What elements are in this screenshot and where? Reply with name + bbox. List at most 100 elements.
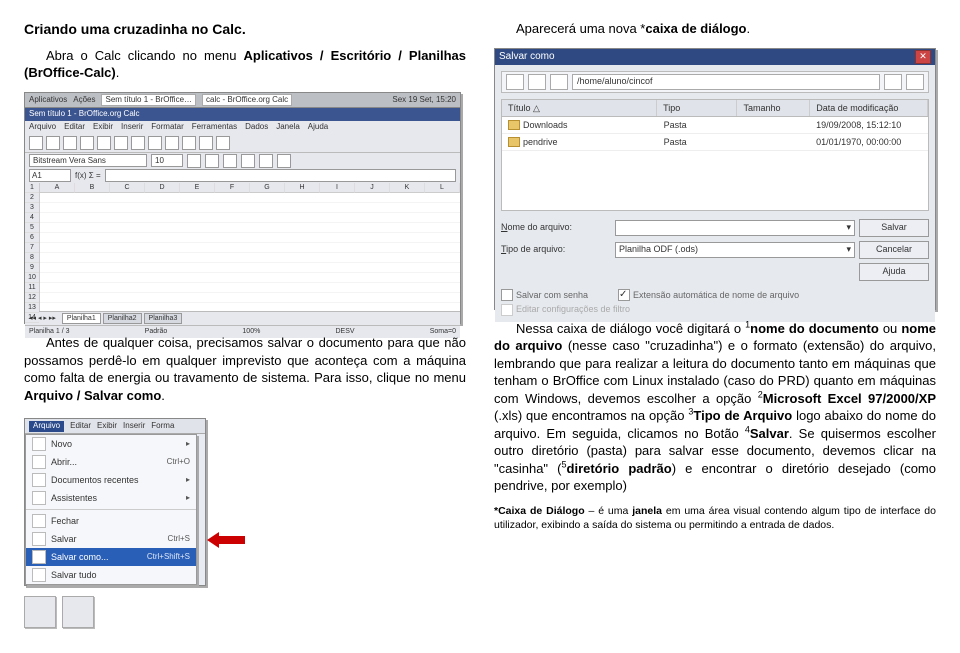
th: Tipo <box>657 100 737 116</box>
th: Data de modificação <box>810 100 928 116</box>
taskbar: Aplicativos Ações Sem título 1 - BrOffic… <box>25 93 460 108</box>
left-para2: Antes de qualquer coisa, precisamos salv… <box>24 334 466 404</box>
menu-icon <box>32 437 46 451</box>
menu-item: Arquivo <box>29 421 64 432</box>
cellref: A1 <box>29 169 71 182</box>
tool-icon <box>46 136 60 150</box>
foot-c: janela <box>632 505 662 517</box>
dropdown-item: Assistentes▸ <box>26 489 196 507</box>
dropdown: Novo▸Abrir...Ctrl+ODocumentos recentes▸A… <box>25 434 197 585</box>
dropdown-item: Fechar <box>26 512 196 530</box>
col-head: E <box>180 183 215 193</box>
thumb-icon <box>24 596 56 628</box>
menu-icon <box>32 550 46 564</box>
lead-a: Aparecerá uma nova * <box>516 21 645 36</box>
sheet-tab: Planilha3 <box>144 313 183 324</box>
col-head: I <box>320 183 355 193</box>
lead-b: caixa de diálogo <box>645 21 746 36</box>
menu-item: Inserir <box>121 122 143 133</box>
tool-icon <box>216 136 230 150</box>
rb-t2: nome do documento <box>750 321 879 336</box>
table-row: pendrivePasta01/01/1970, 00:00:00 <box>502 134 928 151</box>
menu-item: Editar <box>70 421 91 432</box>
tool-icon <box>148 136 162 150</box>
row-head: 1 <box>25 183 39 193</box>
dialog-title: Salvar como <box>499 50 555 64</box>
row-head: 10 <box>25 273 39 283</box>
rb-t8: Tipo de Arquivo <box>693 408 792 423</box>
dropdown-item: SalvarCtrl+S <box>26 530 196 548</box>
sheet-tab: Planilha1 <box>62 313 101 324</box>
col-head: L <box>425 183 460 193</box>
row-head: 5 <box>25 223 39 233</box>
nav-home-icon <box>884 74 902 90</box>
filetype-value: Planilha ODF (.ods) <box>619 243 698 255</box>
col-headers: ABCDEFGHIJKL <box>40 183 460 193</box>
path-field: /home/aluno/cincof <box>572 74 880 90</box>
col-head: A <box>40 183 75 193</box>
col-head: G <box>250 183 285 193</box>
file-table: Título △TipoTamanhoData de modificação D… <box>501 99 929 211</box>
row-headers: 1234567891011121314 <box>25 183 40 311</box>
row-head: 3 <box>25 203 39 213</box>
fx-label: f(x) Σ = <box>75 171 101 182</box>
menu-item: Editar <box>64 122 85 133</box>
dropdown-item: Abrir...Ctrl+O <box>26 453 196 471</box>
save-dialog-screenshot: Salvar como ✕ /home/aluno/cincof Título … <box>494 48 936 310</box>
intro-dot: . <box>116 65 120 80</box>
rb-t6: Microsoft Excel 97/2000/XP <box>763 391 936 406</box>
align-icon <box>277 154 291 168</box>
th: Tamanho <box>737 100 810 116</box>
taskbar-tab1: Sem título 1 - BrOffice… <box>101 94 196 107</box>
row-head: 12 <box>25 293 39 303</box>
table-row: DownloadsPasta19/09/2008, 15:12:10 <box>502 117 928 134</box>
col-head: D <box>145 183 180 193</box>
lead-c: . <box>747 21 751 36</box>
menu-item: Exibir <box>93 122 113 133</box>
tool-icon <box>182 136 196 150</box>
label-filename: NNome do arquivo:ome do arquivo: <box>501 221 611 233</box>
filename-input: ▾ <box>615 220 855 236</box>
thumbs <box>24 596 206 628</box>
menu-screenshot: ArquivoEditarExibirInserirForma Novo▸Abr… <box>24 418 206 586</box>
row-head: 6 <box>25 233 39 243</box>
italic-icon <box>205 154 219 168</box>
dropdown-item: Salvar tudo <box>26 566 196 584</box>
row-head: 8 <box>25 253 39 263</box>
calc-titlebar: Sem título 1 - BrOffice.org Calc <box>25 108 460 121</box>
chk-filter: Editar configurações de filtro <box>501 303 630 316</box>
dialog-checks: Salvar com senha Extensão automática de … <box>501 289 929 302</box>
nav-back-icon <box>506 74 524 90</box>
col-head: C <box>110 183 145 193</box>
filetype-select: Planilha ODF (.ods)▾ <box>615 242 855 258</box>
menu-item: Inserir <box>123 421 145 432</box>
menu-header: ArquivoEditarExibirInserirForma <box>25 419 205 434</box>
sheet: 1234567891011121314 ABCDEFGHIJKL <box>25 183 460 311</box>
intro-text-1: Abra o Calc clicando no menu <box>46 48 244 63</box>
help-button: Ajuda <box>859 263 929 281</box>
taskbar-clock: Sex 19 Set, 15:20 <box>392 95 456 106</box>
table-header: Título △TipoTamanhoData de modificação <box>502 100 928 117</box>
chk-auto-ext: Extensão automática de nome de arquivo <box>618 289 799 302</box>
footnote: *Caixa de Diálogo – é uma janela em uma … <box>494 505 936 532</box>
nav-up-icon <box>550 74 568 90</box>
dropdown-item: Documentos recentes▸ <box>26 471 196 489</box>
menu-icon <box>32 532 46 546</box>
tool-icon <box>80 136 94 150</box>
col-head: H <box>285 183 320 193</box>
tool-icon <box>131 136 145 150</box>
para2-dot: . <box>161 388 165 403</box>
dialog-fields: NNome do arquivo:ome do arquivo: ▾ Salva… <box>501 219 929 281</box>
left-intro: Abra o Calc clicando no menu Aplicativos… <box>24 47 466 82</box>
dropdown-item: Salvar como...Ctrl+Shift+S <box>26 548 196 566</box>
grid: ABCDEFGHIJKL <box>40 183 460 311</box>
close-icon: ✕ <box>915 50 931 64</box>
font-name: Bitstream Vera Sans <box>29 154 147 167</box>
menu-item: Formatar <box>151 122 183 133</box>
label-filetype: Tipo de arquivo: <box>501 243 611 255</box>
chk-password: Salvar com senha <box>501 289 588 302</box>
menu-item: Ferramentas <box>192 122 237 133</box>
dialog-body: /home/aluno/cincof Título △TipoTamanhoDa… <box>495 65 935 322</box>
rb-t7: (.xls) que encontramos na opção <box>494 408 688 423</box>
align-icon <box>241 154 255 168</box>
